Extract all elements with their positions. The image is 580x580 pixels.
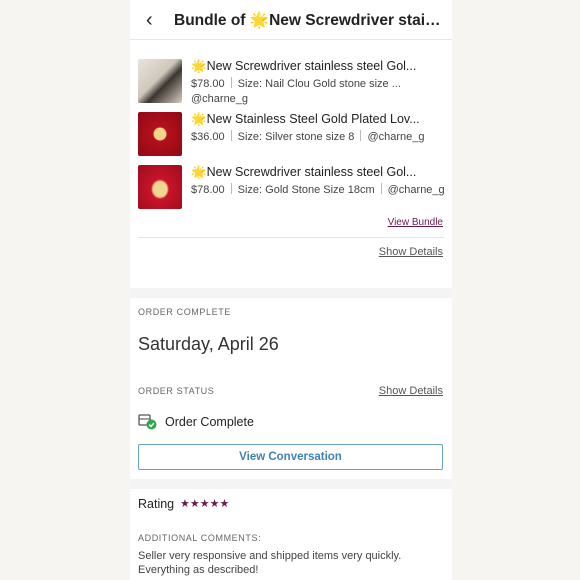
- item-price: $78.00: [191, 78, 225, 90]
- item-meta: $78.00 Size: Nail Clou Gold stone size ..…: [191, 77, 449, 107]
- item-size: Size: Gold Stone Size 18cm: [237, 184, 375, 196]
- item-price: $36.00: [191, 131, 225, 143]
- bundle-item[interactable]: 🌟New Stainless Steel Gold Plated Lov... …: [138, 112, 448, 158]
- item-meta: $36.00 Size: Silver stone size 8 @charne_g: [191, 130, 449, 145]
- chevron-left-icon[interactable]: ‹: [146, 9, 162, 31]
- view-conversation-button[interactable]: View Conversation: [138, 444, 443, 470]
- right-background: [452, 0, 580, 580]
- rating-stars: ★★★★★: [180, 498, 230, 510]
- bundle-item[interactable]: 🌟New Screwdriver stainless steel Gol... …: [138, 165, 448, 211]
- order-status-row: Order Complete: [138, 413, 438, 433]
- divider: [138, 237, 444, 238]
- item-name: 🌟New Screwdriver stainless steel Gol...: [191, 59, 417, 73]
- item-size: Size: Silver stone size 8: [237, 131, 355, 143]
- item-name: 🌟New Screwdriver stainless steel Gol...: [191, 165, 417, 179]
- section-gap: [130, 288, 452, 298]
- header: ‹ Bundle of 🌟New Screwdriver stainless s…: [130, 0, 452, 40]
- divider: [230, 130, 232, 141]
- order-status-text: Order Complete: [165, 415, 254, 429]
- additional-comments-label: ADDITIONAL COMMENTS:: [138, 533, 262, 543]
- item-thumbnail[interactable]: [138, 112, 182, 156]
- divider: [380, 183, 382, 194]
- item-price: $78.00: [191, 184, 225, 196]
- item-seller[interactable]: @charne_g: [367, 131, 424, 143]
- left-background: [0, 0, 130, 580]
- item-thumbnail[interactable]: [138, 59, 182, 103]
- bundle-item[interactable]: 🌟New Screwdriver stainless steel Gol... …: [138, 59, 448, 105]
- divider: [230, 183, 232, 194]
- item-meta: $78.00 Size: Gold Stone Size 18cm @charne_…: [191, 183, 449, 198]
- item-name: 🌟New Stainless Steel Gold Plated Lov...: [191, 112, 420, 126]
- item-size: Size: Nail Clou Gold stone size ...: [237, 78, 401, 90]
- item-thumbnail[interactable]: [138, 165, 182, 209]
- rating-label: Rating: [138, 497, 175, 511]
- order-detail-panel: ‹ Bundle of 🌟New Screwdriver stainless s…: [130, 0, 452, 580]
- divider: [230, 77, 232, 88]
- rating-comment: Seller very responsive and shipped items…: [138, 550, 402, 576]
- item-seller[interactable]: @charne_g: [388, 184, 445, 196]
- divider: [360, 130, 362, 141]
- box-check-icon: [138, 414, 157, 430]
- status-show-details-link[interactable]: Show Details: [379, 385, 443, 397]
- order-date: Saturday, April 26: [138, 334, 279, 354]
- order-status-label: ORDER STATUS: [138, 386, 215, 396]
- view-bundle-link[interactable]: View Bundle: [388, 217, 443, 228]
- order-complete-label: ORDER COMPLETE: [138, 307, 231, 317]
- section-gap: [130, 479, 452, 489]
- page-title: Bundle of 🌟New Screwdriver stainless ste…: [174, 12, 446, 29]
- bundle-show-details-link[interactable]: Show Details: [379, 246, 443, 258]
- item-seller[interactable]: @charne_g: [191, 93, 248, 105]
